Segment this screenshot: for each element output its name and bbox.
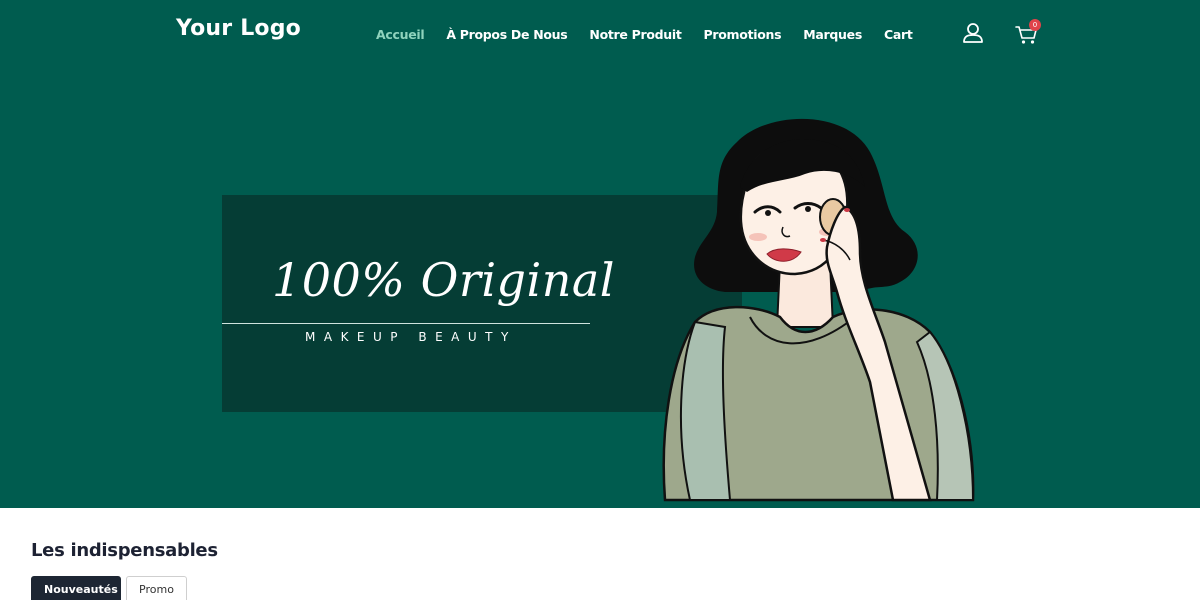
tab-promo[interactable]: Promo xyxy=(126,576,187,600)
hero-subtitle: MAKEUP BEAUTY xyxy=(305,330,517,344)
nav-item-about[interactable]: À Propos De Nous xyxy=(435,27,578,42)
nav-item-cart[interactable]: Cart xyxy=(873,27,924,42)
section-title: Les indispensables xyxy=(31,540,218,561)
hero-section: Your Logo Accueil À Propos De Nous Notre… xyxy=(0,0,1200,508)
nav-item-promotions[interactable]: Promotions xyxy=(693,27,793,42)
tab-nouveautes[interactable]: Nouveautés xyxy=(31,576,121,600)
nav-item-accueil[interactable]: Accueil xyxy=(365,27,435,42)
hero-title: 100% Original xyxy=(272,253,615,307)
nav-item-products[interactable]: Notre Produit xyxy=(578,27,692,42)
hero-divider xyxy=(222,323,590,324)
main-nav: Accueil À Propos De Nous Notre Produit P… xyxy=(365,24,924,44)
site-logo[interactable]: Your Logo xyxy=(176,16,301,41)
woman-makeup-illustration xyxy=(662,118,975,502)
user-icon[interactable] xyxy=(962,22,984,44)
nav-item-brands[interactable]: Marques xyxy=(792,27,873,42)
cart-count-badge: 0 xyxy=(1029,19,1041,31)
